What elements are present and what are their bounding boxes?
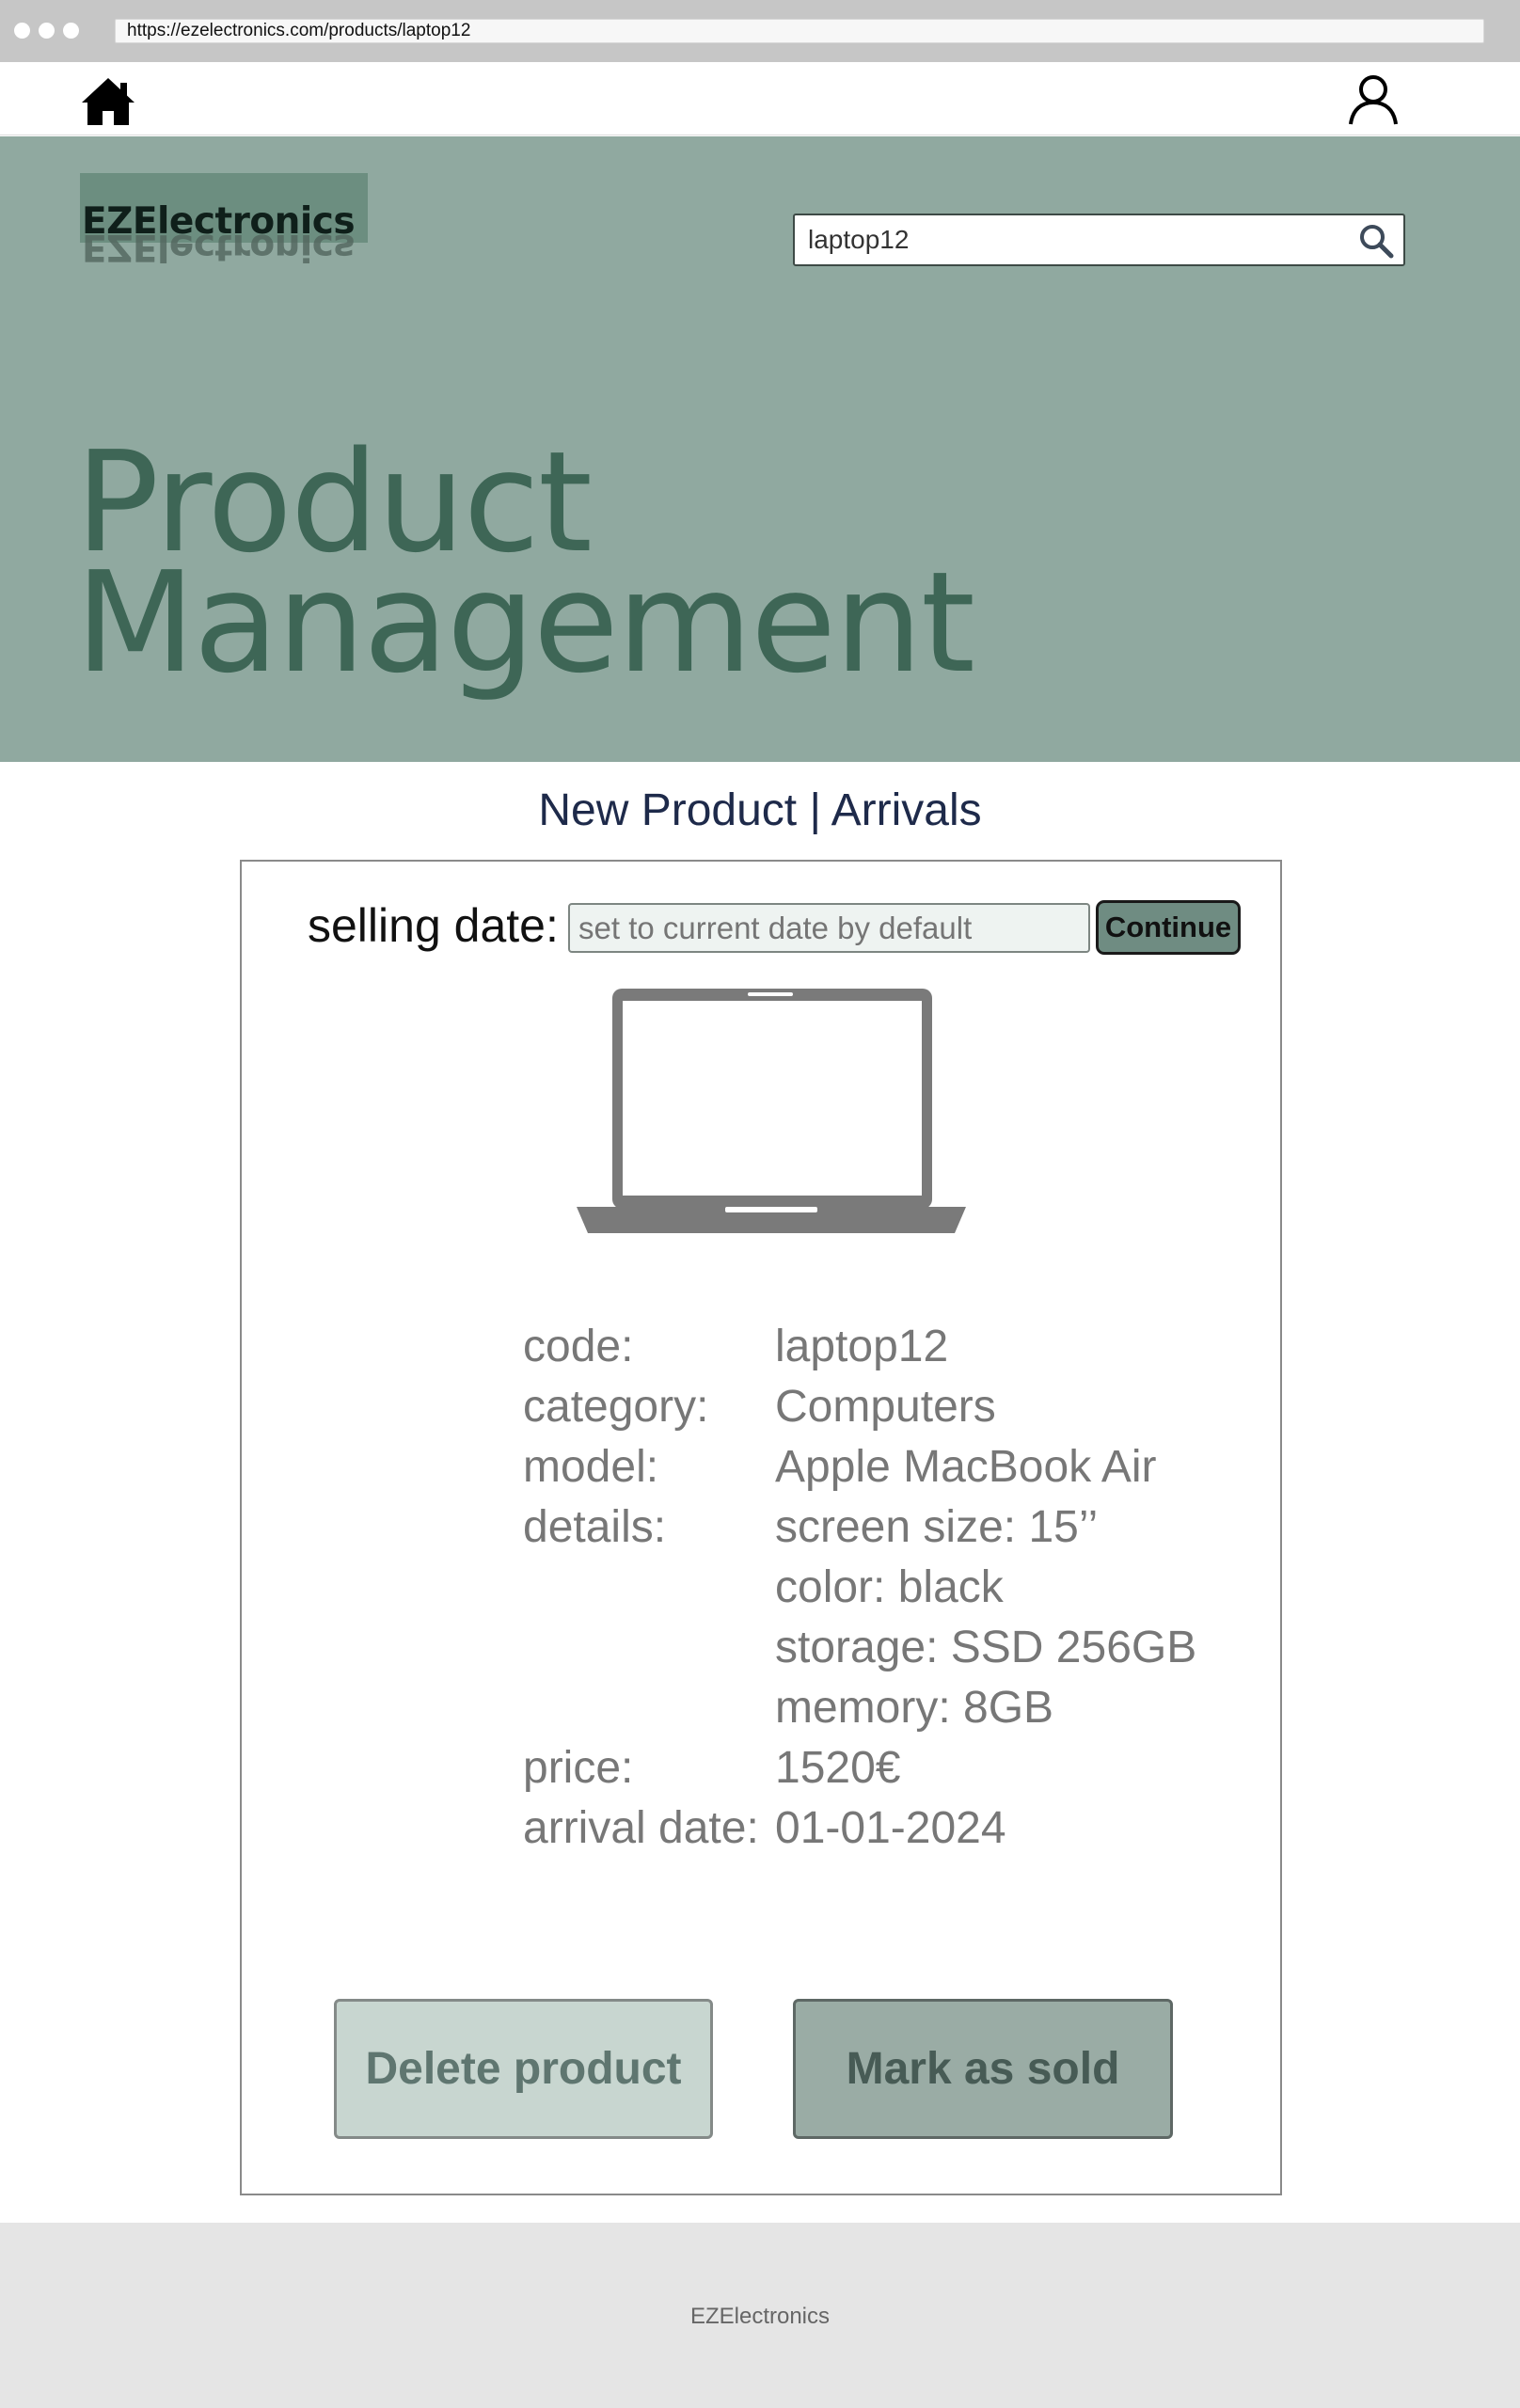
continue-button[interactable]: Continue xyxy=(1096,900,1241,955)
selling-date-label: selling date: xyxy=(308,899,559,952)
detail-value: screen size: 15’’ xyxy=(775,1502,1099,1552)
detail-key xyxy=(523,1558,775,1618)
detail-value: laptop12 xyxy=(775,1322,949,1371)
product-details: code: laptop12 category: Computers model: App… xyxy=(523,1317,1196,1859)
window-maximize-dot[interactable] xyxy=(63,23,79,39)
window-close-dot[interactable] xyxy=(14,23,30,39)
laptop-icon xyxy=(577,989,966,1233)
search-input-value[interactable]: laptop12 xyxy=(808,215,909,264)
detail-key: category: xyxy=(523,1382,709,1432)
top-nav xyxy=(0,62,1520,135)
footer-text: EZElectronics xyxy=(689,2304,831,2329)
search-input[interactable]: laptop12 xyxy=(793,214,1405,266)
detail-key: model: xyxy=(523,1442,659,1492)
detail-value: Apple MacBook Air xyxy=(775,1442,1157,1492)
window-minimize-dot[interactable] xyxy=(39,23,55,39)
sub-nav: New Product | Arrivals xyxy=(0,781,1520,841)
selling-date-input[interactable] xyxy=(568,903,1090,953)
detail-value: storage: SSD 256GB xyxy=(775,1623,1197,1672)
search-icon[interactable] xyxy=(1358,223,1394,259)
page-title: Product Management xyxy=(75,433,975,704)
mark-as-sold-button[interactable]: Mark as sold xyxy=(793,1999,1173,2139)
detail-key: code: xyxy=(523,1322,634,1371)
detail-row: storage: SSD 256GB xyxy=(523,1618,1196,1678)
detail-value: memory: 8GB xyxy=(775,1683,1054,1733)
detail-key: details: xyxy=(523,1502,667,1552)
detail-row: model: Apple MacBook Air xyxy=(523,1437,1196,1497)
subnav-separator: | xyxy=(809,785,821,835)
detail-row: color: black xyxy=(523,1558,1196,1618)
page-title-line-2: Management xyxy=(75,542,975,704)
detail-row: category: Computers xyxy=(523,1377,1196,1437)
detail-row: price: 1520€ xyxy=(523,1738,1196,1798)
address-bar[interactable]: https://ezelectronics.com/products/lapto… xyxy=(115,19,1484,43)
browser-chrome: https://ezelectronics.com/products/lapto… xyxy=(0,0,1520,62)
detail-row: details: screen size: 15’’ xyxy=(523,1497,1196,1558)
detail-key xyxy=(523,1678,775,1738)
brand-logo-reflection: EZElectronics xyxy=(82,231,356,268)
detail-key: price: xyxy=(523,1743,634,1793)
user-account-icon[interactable] xyxy=(1345,73,1401,126)
detail-value: 01-01-2024 xyxy=(775,1803,1006,1853)
detail-key xyxy=(523,1618,775,1678)
new-product-link[interactable]: New Product xyxy=(538,785,797,835)
detail-key: arrival date: xyxy=(523,1803,759,1853)
detail-row: arrival date: 01-01-2024 xyxy=(523,1798,1196,1859)
home-icon[interactable] xyxy=(79,75,137,128)
detail-value: 1520€ xyxy=(775,1743,901,1793)
detail-row: memory: 8GB xyxy=(523,1678,1196,1738)
arrivals-link[interactable]: Arrivals xyxy=(831,785,982,835)
delete-product-button[interactable]: Delete product xyxy=(334,1999,713,2139)
detail-row: code: laptop12 xyxy=(523,1317,1196,1377)
detail-value: color: black xyxy=(775,1562,1004,1612)
detail-value: Computers xyxy=(775,1382,996,1432)
